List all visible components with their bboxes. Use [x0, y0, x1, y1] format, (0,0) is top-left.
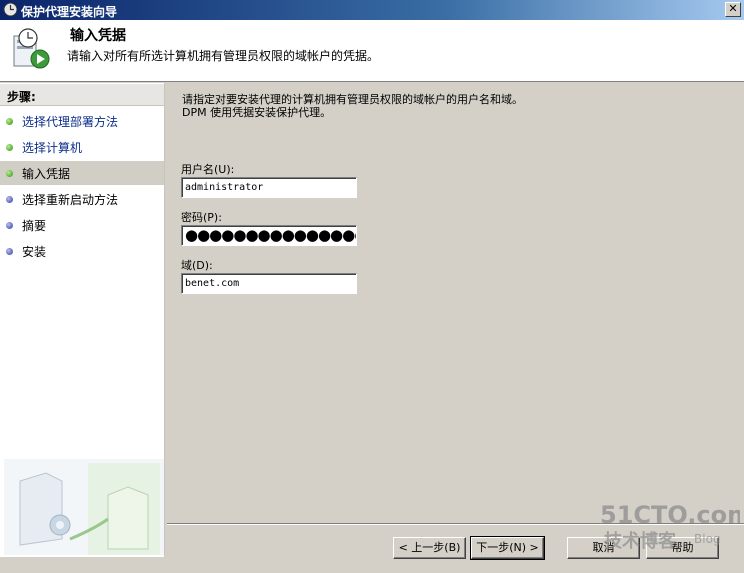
- step-label: 安装: [22, 245, 47, 259]
- domain-label: 域(D):: [181, 259, 213, 272]
- step-install: 安装: [0, 239, 164, 263]
- watermark-line2: 技术博客: [604, 530, 677, 552]
- steps-sidebar: 步骤: 选择代理部署方法 选择计算机 输入凭据 选择重新启动方法 摘要 安装: [0, 83, 165, 557]
- step-complete-icon: [6, 118, 13, 125]
- watermark-line3: Blog: [694, 532, 721, 546]
- step-summary: 摘要: [0, 213, 164, 237]
- close-button[interactable]: ✕: [725, 2, 741, 17]
- step-current-icon: [6, 170, 13, 177]
- title-bar: 保护代理安装向导 ✕: [0, 0, 744, 20]
- server-clock-icon: [13, 28, 50, 69]
- window-title: 保护代理安装向导: [21, 5, 118, 19]
- step-select-deploy-method[interactable]: 选择代理部署方法: [0, 109, 164, 133]
- step-pending-icon: [6, 222, 13, 229]
- wizard-app-icon: [3, 2, 18, 17]
- page-subtitle: 请输入对所有所选计算机拥有管理员权限的域帐户的凭据。: [67, 49, 380, 63]
- password-label: 密码(P):: [181, 211, 222, 224]
- domain-field[interactable]: benet.com: [181, 273, 357, 294]
- username-field[interactable]: administrator: [181, 177, 357, 198]
- step-label: 输入凭据: [22, 167, 71, 181]
- step-label: 选择重新启动方法: [22, 193, 119, 207]
- step-pending-icon: [6, 248, 13, 255]
- wizard-header: 输入凭据 请输入对所有所选计算机拥有管理员权限的域帐户的凭据。: [0, 20, 744, 82]
- next-button[interactable]: 下一步(N) >: [470, 536, 545, 560]
- step-pending-icon: [6, 196, 13, 203]
- instruction-line: DPM 使用凭据安装保护代理。: [182, 106, 332, 119]
- instruction-text: 请指定对要安装代理的计算机拥有管理员权限的域帐户的用户名和域。 DPM 使用凭据…: [182, 93, 523, 119]
- step-select-restart-method: 选择重新启动方法: [0, 187, 164, 211]
- instruction-line: 请指定对要安装代理的计算机拥有管理员权限的域帐户的用户名和域。: [182, 93, 523, 106]
- step-enter-credentials[interactable]: 输入凭据: [0, 161, 164, 185]
- step-complete-icon: [6, 144, 13, 151]
- step-label: 选择代理部署方法: [22, 115, 119, 129]
- page-title: 输入凭据: [70, 28, 126, 44]
- step-label: 摘要: [22, 219, 47, 233]
- back-button[interactable]: < 上一步(B): [393, 537, 466, 559]
- watermark-line1: 51CTO.com: [600, 501, 740, 529]
- password-field[interactable]: ●●●●●●●●●●●●●●●: [181, 225, 357, 246]
- decorative-servers-illustration: [4, 459, 164, 555]
- step-select-computers[interactable]: 选择计算机: [0, 135, 164, 159]
- step-label: 选择计算机: [22, 141, 83, 155]
- credentials-panel: 请指定对要安装代理的计算机拥有管理员权限的域帐户的用户名和域。 DPM 使用凭据…: [167, 83, 744, 523]
- site-watermark: 51CTO.com 技术博客 Blog: [600, 501, 740, 552]
- steps-heading: 步骤:: [0, 84, 164, 106]
- username-label: 用户名(U):: [181, 163, 235, 176]
